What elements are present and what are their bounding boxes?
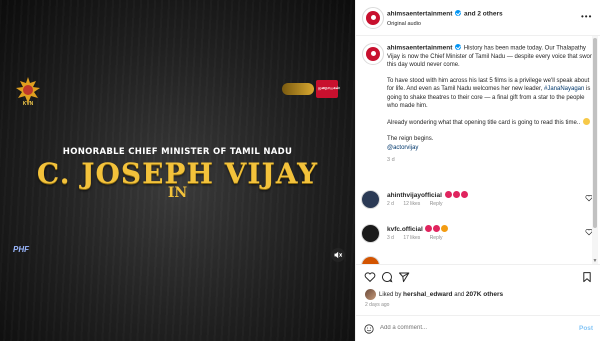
emoji-icon — [582, 117, 590, 125]
commenter-username[interactable]: kvfc.official — [387, 226, 423, 233]
emoji-icon — [441, 225, 449, 232]
comments-scrollbar[interactable] — [592, 36, 598, 264]
production-logo: PHF — [13, 245, 29, 254]
verified-icon — [455, 44, 462, 50]
collaborators-link[interactable]: and 2 others — [464, 11, 503, 18]
comment-icon[interactable] — [381, 271, 393, 283]
comment-age: 3 d — [387, 235, 394, 241]
film-logo-badge — [282, 83, 314, 95]
share-icon[interactable] — [398, 271, 410, 283]
likes-count[interactable]: 207K others — [466, 291, 503, 298]
emoji-icon — [452, 191, 460, 198]
emoji-icon — [433, 225, 441, 232]
commenter-avatar[interactable] — [361, 190, 380, 209]
comment-text: ahinthvijayofficial — [387, 191, 468, 199]
liker-username[interactable]: hershal_edward — [403, 291, 453, 298]
comment-input[interactable] — [380, 325, 550, 331]
comment-composer: Post — [356, 315, 600, 341]
post-date: 2 days ago — [365, 302, 390, 308]
caption-author-avatar[interactable] — [362, 43, 384, 65]
caption-username[interactable]: ahimsaentertainment — [387, 45, 452, 52]
author-username[interactable]: ahimsaentertainment — [387, 11, 452, 18]
comment-reply[interactable]: Reply — [430, 235, 443, 241]
jananayagan-badge-text: ஜனநாயகன் — [318, 85, 340, 90]
comment-item: ahinthvijayofficial 2 d 12 likes Reply — [361, 188, 596, 214]
commenter-username[interactable]: ahinthvijayofficial — [387, 192, 442, 199]
caption-paragraph-3: Already wondering what that opening titl… — [387, 119, 581, 126]
hashtag-link[interactable]: #JanaNayagan — [544, 86, 584, 92]
video-subtitle: HONORABLE CHIEF MINISTER OF TAMIL NADU — [62, 147, 293, 157]
comment-meta: 3 d 17 likes Reply — [387, 235, 450, 241]
mention-link[interactable]: @actorvijay — [387, 145, 418, 151]
post-header: ahimsaentertainment and 2 others Origina… — [356, 0, 600, 36]
emoji-icon — [425, 225, 433, 232]
likes-summary: Liked by hershal_edward and 207K others — [379, 291, 504, 298]
caption-paragraph-4: The reign begins. — [387, 136, 434, 143]
mute-icon[interactable] — [331, 248, 345, 262]
verified-icon — [455, 10, 462, 16]
like-icon[interactable] — [364, 271, 376, 283]
caption-age: 3 d — [387, 156, 395, 163]
post-actions: Liked by hershal_edward and 207K others … — [356, 264, 600, 341]
audio-label[interactable]: Original audio — [387, 21, 421, 27]
comments-scroll-area[interactable]: ahimsaentertainment History has been mad… — [356, 36, 600, 264]
post-details-panel: ahimsaentertainment and 2 others Origina… — [355, 0, 600, 341]
emoji-icon — [460, 191, 468, 198]
comment-reply[interactable]: Reply — [430, 201, 443, 207]
scroll-down-arrow[interactable]: ▼ — [592, 258, 598, 264]
liker-avatar[interactable] — [365, 289, 376, 300]
comment-meta: 2 d 12 likes Reply — [387, 201, 450, 207]
author-avatar[interactable] — [362, 7, 384, 29]
emoji-icon — [444, 191, 452, 198]
save-icon[interactable] — [581, 271, 593, 283]
comment-text: kvfc.official — [387, 225, 449, 233]
scrollbar-thumb[interactable] — [593, 38, 597, 228]
commenter-avatar[interactable] — [361, 256, 380, 264]
kvn-logo-text: KVN — [22, 101, 34, 107]
comment-likes[interactable]: 12 likes — [403, 201, 420, 207]
commenter-avatar[interactable] — [361, 224, 380, 243]
video-player[interactable]: KVN ஜனநாயகன் HONORABLE CHIEF MINISTER OF… — [0, 0, 355, 341]
video-title-suffix: IN — [167, 185, 188, 201]
post-authors: ahimsaentertainment and 2 others — [387, 10, 503, 18]
more-options-icon[interactable]: ••• — [581, 12, 592, 21]
comment-likes[interactable]: 17 likes — [403, 235, 420, 241]
post-comment-button[interactable]: Post — [579, 325, 593, 332]
comment-age: 2 d — [387, 201, 394, 207]
emoji-picker-icon[interactable] — [364, 324, 374, 334]
post-caption: ahimsaentertainment History has been mad… — [387, 44, 597, 164]
comment-item: kvfc.official 3 d 17 likes Reply — [361, 222, 596, 248]
